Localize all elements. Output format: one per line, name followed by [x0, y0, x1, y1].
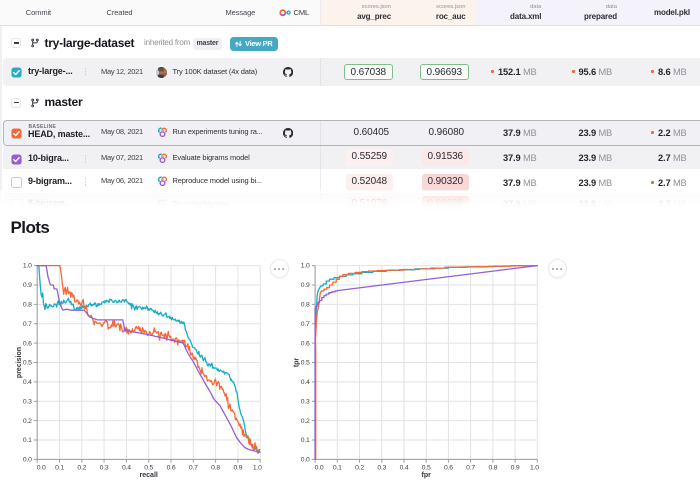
svg-text:tpr: tpr [293, 358, 300, 368]
svg-text:recall: recall [140, 472, 158, 479]
svg-text:0.9: 0.9 [301, 282, 310, 289]
svg-text:0.0: 0.0 [37, 465, 46, 472]
svg-text:0.7: 0.7 [466, 465, 475, 472]
svg-text:0.7: 0.7 [301, 321, 310, 328]
svg-text:0.2: 0.2 [23, 418, 32, 425]
svg-text:0.8: 0.8 [211, 465, 220, 472]
svg-text:0.7: 0.7 [23, 321, 32, 328]
svg-text:fpr: fpr [422, 472, 432, 479]
svg-text:0.6: 0.6 [167, 465, 176, 472]
svg-text:precision: precision [16, 347, 23, 378]
svg-text:0.0: 0.0 [315, 465, 324, 472]
svg-text:0.3: 0.3 [301, 399, 310, 406]
svg-text:0.1: 0.1 [55, 465, 64, 472]
svg-text:0.1: 0.1 [301, 437, 310, 444]
svg-text:0.5: 0.5 [301, 360, 310, 367]
svg-text:0.8: 0.8 [301, 302, 310, 309]
svg-text:1.0: 1.0 [253, 465, 262, 472]
svg-text:0.4: 0.4 [23, 379, 32, 386]
svg-text:0.6: 0.6 [23, 340, 32, 347]
svg-text:1.0: 1.0 [530, 465, 539, 472]
svg-text:0.4: 0.4 [400, 465, 409, 472]
svg-text:0.9: 0.9 [233, 465, 242, 472]
svg-text:0.9: 0.9 [511, 465, 520, 472]
svg-text:0.1: 0.1 [23, 437, 32, 444]
svg-text:0.9: 0.9 [23, 282, 32, 289]
svg-text:0.6: 0.6 [301, 340, 310, 347]
svg-text:0.5: 0.5 [23, 360, 32, 367]
svg-text:1.0: 1.0 [23, 263, 32, 270]
svg-text:0.0: 0.0 [301, 457, 310, 464]
svg-text:0.1: 0.1 [333, 465, 342, 472]
svg-text:0.0: 0.0 [23, 457, 32, 464]
svg-text:0.3: 0.3 [100, 465, 109, 472]
svg-text:0.2: 0.2 [301, 418, 310, 425]
svg-text:0.8: 0.8 [488, 465, 497, 472]
svg-text:0.3: 0.3 [377, 465, 386, 472]
svg-text:0.5: 0.5 [144, 465, 153, 472]
svg-text:0.2: 0.2 [77, 465, 86, 472]
svg-text:0.3: 0.3 [23, 399, 32, 406]
svg-text:0.8: 0.8 [23, 302, 32, 309]
svg-text:0.6: 0.6 [444, 465, 453, 472]
svg-text:1.0: 1.0 [301, 263, 310, 270]
svg-text:0.4: 0.4 [301, 379, 310, 386]
svg-text:0.4: 0.4 [122, 465, 131, 472]
svg-text:0.5: 0.5 [422, 465, 431, 472]
svg-text:0.7: 0.7 [189, 465, 198, 472]
svg-text:0.2: 0.2 [355, 465, 364, 472]
